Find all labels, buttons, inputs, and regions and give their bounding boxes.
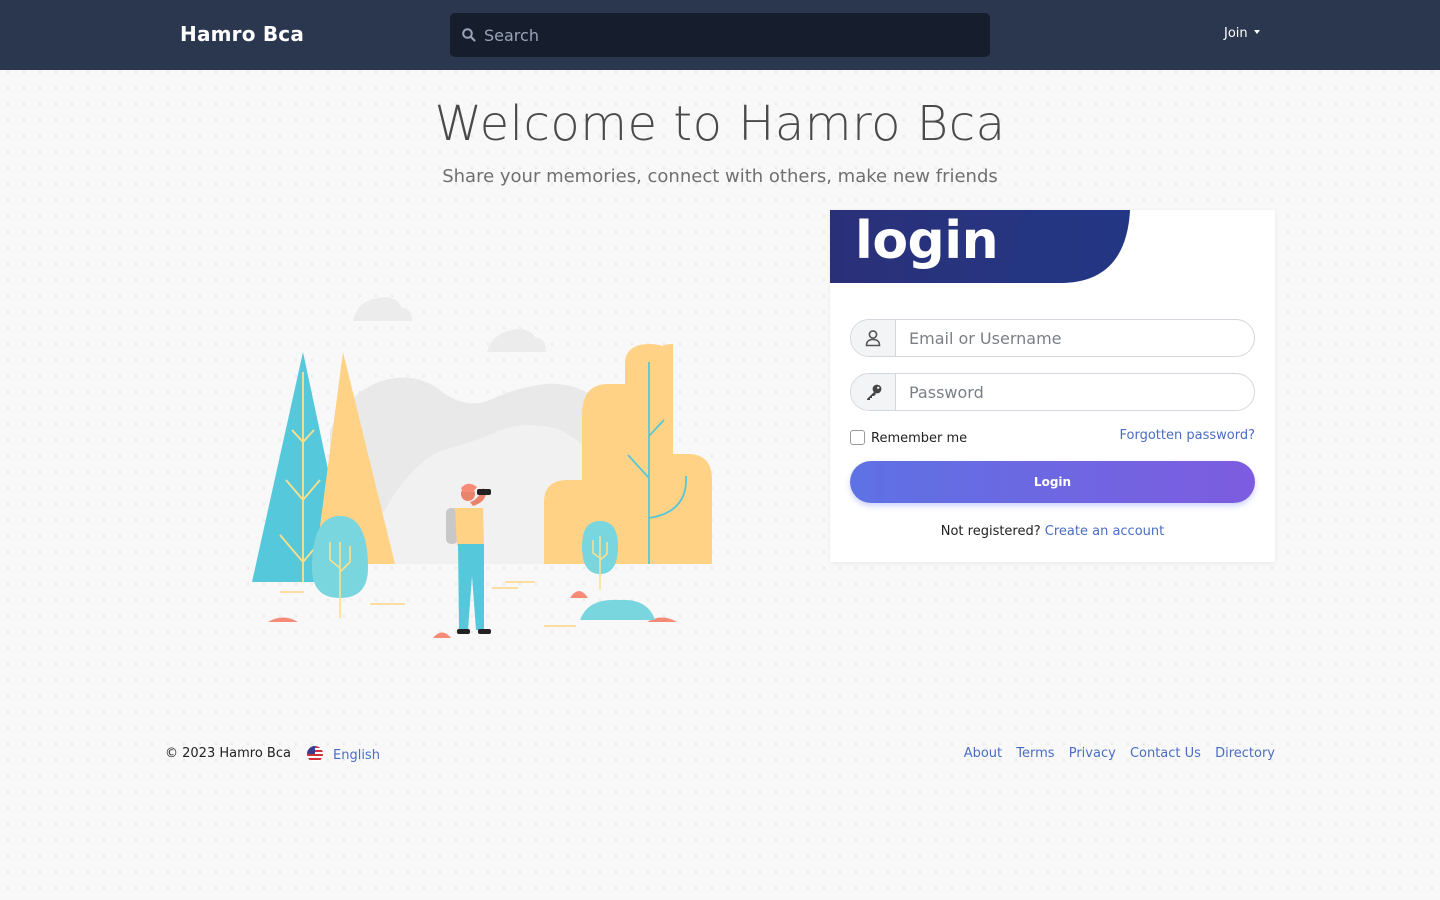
language-label: English (333, 748, 380, 763)
join-dropdown[interactable]: Join (1224, 26, 1260, 41)
footer-nav: About Terms Privacy Contact Us Directory (954, 746, 1275, 761)
key-icon (867, 384, 882, 400)
remember-label: Remember me (871, 431, 968, 446)
small-blue-tree (582, 521, 618, 590)
us-flag-icon (307, 746, 323, 762)
footer-link-terms[interactable]: Terms (1016, 746, 1054, 761)
footer-link-privacy[interactable]: Privacy (1069, 746, 1116, 761)
username-field[interactable] (850, 319, 1255, 357)
footer-link-contact[interactable]: Contact Us (1130, 746, 1201, 761)
join-label: Join (1224, 26, 1248, 41)
login-card: login Remember me Forgotten password? Lo… (830, 210, 1275, 562)
page-subtitle: Share your memories, connect with others… (442, 166, 998, 187)
remember-me[interactable]: Remember me (850, 430, 967, 446)
footer-link-about[interactable]: About (964, 746, 1002, 761)
register-prompt: Not registered? Create an account (830, 524, 1275, 539)
forgot-password-link[interactable]: Forgotten password? (1115, 428, 1255, 443)
user-icon (865, 330, 881, 347)
footer-link-directory[interactable]: Directory (1215, 746, 1275, 761)
register-text: Not registered? (940, 524, 1041, 539)
page-title: Welcome to Hamro Bca (434, 96, 1006, 152)
round-blue-tree (312, 516, 368, 618)
cloud-shapes (353, 297, 546, 352)
password-input[interactable] (909, 374, 1249, 410)
caret-down-icon (1253, 30, 1260, 34)
username-addon (851, 320, 896, 356)
password-addon (851, 374, 896, 410)
hiker-landscape-illustration (252, 297, 712, 638)
search-input[interactable] (484, 13, 984, 57)
search-icon (462, 28, 476, 42)
remember-checkbox[interactable] (850, 430, 865, 445)
username-input[interactable] (909, 320, 1249, 356)
language-selector[interactable]: English (307, 746, 380, 763)
top-navbar: Hamro Bca Join (0, 0, 1440, 70)
create-account-link[interactable]: Create an account (1045, 524, 1164, 539)
brand-logo[interactable]: Hamro Bca (180, 22, 304, 46)
password-field[interactable] (850, 373, 1255, 411)
copyright-text: © 2023 Hamro Bca (165, 746, 291, 761)
login-button[interactable]: Login (850, 461, 1255, 503)
search-box[interactable] (450, 13, 990, 57)
login-heading: login (855, 211, 999, 271)
ground-rocks (268, 591, 677, 638)
